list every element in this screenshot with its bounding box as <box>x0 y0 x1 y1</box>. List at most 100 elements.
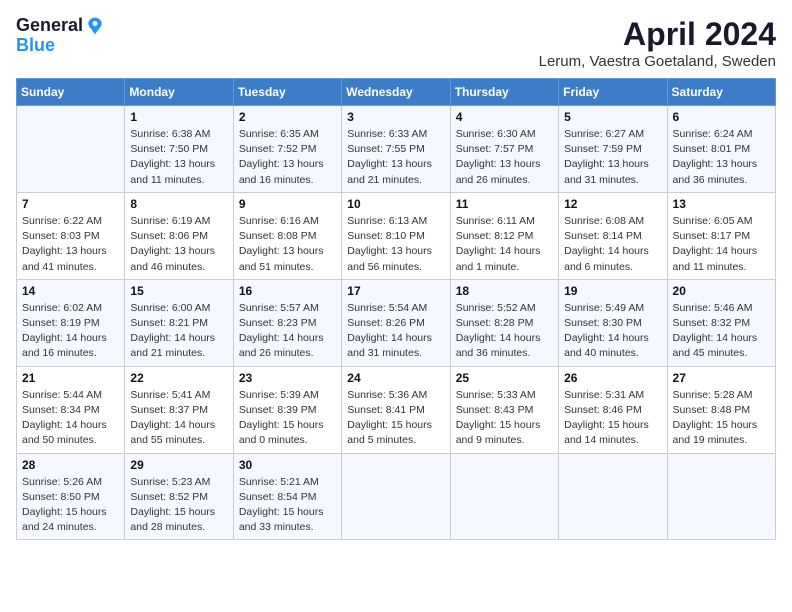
logo: GeneralBlue <box>16 16 105 56</box>
calendar-cell <box>342 453 450 540</box>
day-number: 11 <box>456 197 553 211</box>
calendar-cell: 19 Sunrise: 5:49 AMSunset: 8:30 PMDayligh… <box>559 279 667 366</box>
calendar-cell <box>450 453 558 540</box>
day-info: Sunrise: 6:16 AMSunset: 8:08 PMDaylight:… <box>239 214 336 275</box>
day-number: 10 <box>347 197 444 211</box>
header-thursday: Thursday <box>450 79 558 106</box>
header-sunday: Sunday <box>17 79 125 106</box>
day-number: 6 <box>673 110 770 124</box>
header-tuesday: Tuesday <box>233 79 341 106</box>
location-title: Lerum, Vaestra Goetaland, Sweden <box>539 53 776 70</box>
day-info: Sunrise: 5:26 AMSunset: 8:50 PMDaylight:… <box>22 475 119 536</box>
calendar-week-row: 14 Sunrise: 6:02 AMSunset: 8:19 PMDayligh… <box>17 279 776 366</box>
day-info: Sunrise: 5:33 AMSunset: 8:43 PMDaylight:… <box>456 388 553 449</box>
calendar-cell: 25 Sunrise: 5:33 AMSunset: 8:43 PMDayligh… <box>450 366 558 453</box>
calendar-header-row: SundayMondayTuesdayWednesdayThursdayFrid… <box>17 79 776 106</box>
day-info: Sunrise: 5:31 AMSunset: 8:46 PMDaylight:… <box>564 388 661 449</box>
day-info: Sunrise: 5:49 AMSunset: 8:30 PMDaylight:… <box>564 301 661 362</box>
calendar-cell: 17 Sunrise: 5:54 AMSunset: 8:26 PMDayligh… <box>342 279 450 366</box>
day-info: Sunrise: 6:05 AMSunset: 8:17 PMDaylight:… <box>673 214 770 275</box>
day-number: 5 <box>564 110 661 124</box>
calendar-cell: 21 Sunrise: 5:44 AMSunset: 8:34 PMDayligh… <box>17 366 125 453</box>
day-number: 19 <box>564 284 661 298</box>
header-friday: Friday <box>559 79 667 106</box>
day-info: Sunrise: 6:08 AMSunset: 8:14 PMDaylight:… <box>564 214 661 275</box>
calendar-cell: 24Sunrise: 5:36 AMSunset: 8:41 PMDayligh… <box>342 366 450 453</box>
calendar-cell: 2Sunrise: 6:35 AMSunset: 7:52 PMDaylight… <box>233 106 341 193</box>
calendar-week-row: 7Sunrise: 6:22 AMSunset: 8:03 PMDaylight… <box>17 192 776 279</box>
calendar-week-row: 21 Sunrise: 5:44 AMSunset: 8:34 PMDayligh… <box>17 366 776 453</box>
calendar-cell: 11Sunrise: 6:11 AMSunset: 8:12 PMDayligh… <box>450 192 558 279</box>
calendar-cell: 10 Sunrise: 6:13 AMSunset: 8:10 PMDayligh… <box>342 192 450 279</box>
day-info: Sunrise: 6:27 AMSunset: 7:59 PMDaylight:… <box>564 127 661 188</box>
calendar-cell: 18Sunrise: 5:52 AMSunset: 8:28 PMDayligh… <box>450 279 558 366</box>
day-number: 16 <box>239 284 336 298</box>
day-number: 15 <box>130 284 227 298</box>
day-info: Sunrise: 5:41 AMSunset: 8:37 PMDaylight:… <box>130 388 227 449</box>
day-info: Sunrise: 6:13 AMSunset: 8:10 PMDaylight:… <box>347 214 444 275</box>
day-info: Sunrise: 6:02 AMSunset: 8:19 PMDaylight:… <box>22 301 119 362</box>
calendar-table: SundayMondayTuesdayWednesdayThursdayFrid… <box>16 78 776 540</box>
calendar-cell: 13 Sunrise: 6:05 AMSunset: 8:17 PMDayligh… <box>667 192 775 279</box>
calendar-cell: 9 Sunrise: 6:16 AMSunset: 8:08 PMDaylight… <box>233 192 341 279</box>
day-info: Sunrise: 6:38 AMSunset: 7:50 PMDaylight:… <box>130 127 227 188</box>
calendar-cell: 6 Sunrise: 6:24 AMSunset: 8:01 PMDaylight… <box>667 106 775 193</box>
header-monday: Monday <box>125 79 233 106</box>
day-number: 7 <box>22 197 119 211</box>
day-info: Sunrise: 5:21 AMSunset: 8:54 PMDaylight:… <box>239 475 336 536</box>
page-header: GeneralBlue April 2024 Lerum, Vaestra Go… <box>16 16 776 70</box>
day-info: Sunrise: 6:19 AMSunset: 8:06 PMDaylight:… <box>130 214 227 275</box>
calendar-cell: 28 Sunrise: 5:26 AMSunset: 8:50 PMDayligh… <box>17 453 125 540</box>
day-info: Sunrise: 5:52 AMSunset: 8:28 PMDaylight:… <box>456 301 553 362</box>
day-number: 25 <box>456 371 553 385</box>
day-number: 2 <box>239 110 336 124</box>
day-number: 28 <box>22 458 119 472</box>
calendar-cell: 3 Sunrise: 6:33 AMSunset: 7:55 PMDaylight… <box>342 106 450 193</box>
header-wednesday: Wednesday <box>342 79 450 106</box>
day-info: Sunrise: 6:33 AMSunset: 7:55 PMDaylight:… <box>347 127 444 188</box>
calendar-cell: 5 Sunrise: 6:27 AMSunset: 7:59 PMDaylight… <box>559 106 667 193</box>
header-saturday: Saturday <box>667 79 775 106</box>
day-number: 24 <box>347 371 444 385</box>
day-number: 30 <box>239 458 336 472</box>
calendar-cell <box>667 453 775 540</box>
logo-text: GeneralBlue <box>16 16 105 56</box>
day-number: 22 <box>130 371 227 385</box>
calendar-cell: 15 Sunrise: 6:00 AMSunset: 8:21 PMDayligh… <box>125 279 233 366</box>
day-info: Sunrise: 5:54 AMSunset: 8:26 PMDaylight:… <box>347 301 444 362</box>
calendar-cell: 1 Sunrise: 6:38 AMSunset: 7:50 PMDaylight… <box>125 106 233 193</box>
calendar-cell <box>17 106 125 193</box>
day-number: 8 <box>130 197 227 211</box>
calendar-cell: 14 Sunrise: 6:02 AMSunset: 8:19 PMDayligh… <box>17 279 125 366</box>
day-number: 9 <box>239 197 336 211</box>
calendar-cell: 30 Sunrise: 5:21 AMSunset: 8:54 PMDayligh… <box>233 453 341 540</box>
day-number: 13 <box>673 197 770 211</box>
logo-icon <box>85 16 105 36</box>
calendar-week-row: 28 Sunrise: 5:26 AMSunset: 8:50 PMDayligh… <box>17 453 776 540</box>
calendar-cell: 16 Sunrise: 5:57 AMSunset: 8:23 PMDayligh… <box>233 279 341 366</box>
day-number: 21 <box>22 371 119 385</box>
month-title: April 2024 <box>539 16 776 53</box>
day-number: 27 <box>673 371 770 385</box>
day-number: 1 <box>130 110 227 124</box>
day-number: 20 <box>673 284 770 298</box>
day-info: Sunrise: 6:24 AMSunset: 8:01 PMDaylight:… <box>673 127 770 188</box>
day-number: 14 <box>22 284 119 298</box>
calendar-body: 1 Sunrise: 6:38 AMSunset: 7:50 PMDaylight… <box>17 106 776 540</box>
day-info: Sunrise: 5:44 AMSunset: 8:34 PMDaylight:… <box>22 388 119 449</box>
calendar-cell: 23Sunrise: 5:39 AMSunset: 8:39 PMDayligh… <box>233 366 341 453</box>
day-number: 3 <box>347 110 444 124</box>
day-info: Sunrise: 6:00 AMSunset: 8:21 PMDaylight:… <box>130 301 227 362</box>
calendar-cell: 7Sunrise: 6:22 AMSunset: 8:03 PMDaylight… <box>17 192 125 279</box>
calendar-cell <box>559 453 667 540</box>
day-number: 26 <box>564 371 661 385</box>
day-info: Sunrise: 5:57 AMSunset: 8:23 PMDaylight:… <box>239 301 336 362</box>
calendar-cell: 12 Sunrise: 6:08 AMSunset: 8:14 PMDayligh… <box>559 192 667 279</box>
day-info: Sunrise: 6:30 AMSunset: 7:57 PMDaylight:… <box>456 127 553 188</box>
calendar-cell: 26 Sunrise: 5:31 AMSunset: 8:46 PMDayligh… <box>559 366 667 453</box>
day-number: 17 <box>347 284 444 298</box>
day-info: Sunrise: 5:39 AMSunset: 8:39 PMDaylight:… <box>239 388 336 449</box>
day-number: 4 <box>456 110 553 124</box>
day-number: 12 <box>564 197 661 211</box>
title-block: April 2024 Lerum, Vaestra Goetaland, Swe… <box>539 16 776 70</box>
